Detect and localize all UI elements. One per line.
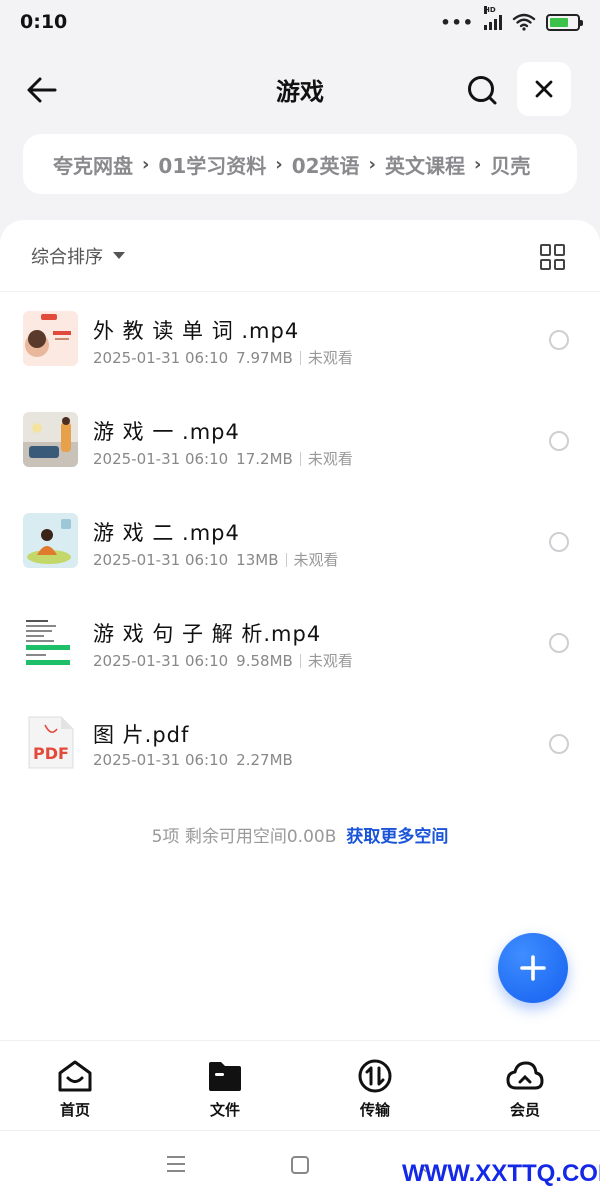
more-dots-icon: ••• (440, 12, 474, 32)
file-date: 2025-01-31 06:10 (93, 348, 229, 367)
file-meta: 2025-01-31 06:10 7.97MB 未观看 (93, 347, 353, 368)
file-date: 2025-01-31 06:10 (93, 651, 229, 670)
grid-view-icon[interactable] (540, 244, 566, 270)
nav-label: 传输 (359, 1101, 390, 1119)
back-button[interactable] (22, 70, 62, 110)
video-thumbnail (23, 311, 78, 366)
divider (299, 653, 301, 668)
search-button[interactable] (460, 68, 504, 112)
watch-status: 未观看 (307, 450, 353, 468)
close-button[interactable] (517, 62, 571, 116)
breadcrumb-item-course[interactable]: 英文课程 (385, 150, 465, 179)
wifi-icon (512, 13, 536, 31)
cloud-icon (506, 1057, 544, 1095)
hd-label: HD (484, 6, 496, 14)
battery-icon (546, 13, 583, 31)
file-row[interactable]: 游 戏 二 .mp4 2025-01-31 06:10 13MB 未观看 (0, 492, 600, 593)
file-row[interactable]: 游 戏 一 .mp4 2025-01-31 06:10 17.2MB 未观看 (0, 391, 600, 492)
nav-item-transfer[interactable]: 传输 (300, 1041, 450, 1130)
file-meta: 2025-01-31 06:10 9.58MB 未观看 (93, 650, 353, 671)
recent-apps-icon[interactable] (167, 1156, 185, 1172)
nav-label: 会员 (509, 1101, 540, 1119)
file-meta: 2025-01-31 06:10 2.27MB (93, 751, 293, 769)
page-title: 游戏 (276, 77, 324, 106)
select-radio[interactable] (549, 532, 569, 552)
chevron-right-icon: › (275, 153, 283, 175)
file-date: 2025-01-31 06:10 (93, 751, 229, 769)
file-meta: 2025-01-31 06:10 17.2MB 未观看 (93, 448, 353, 469)
search-icon (468, 76, 497, 105)
file-date: 2025-01-31 06:10 (93, 449, 229, 468)
storage-info: 5项 剩余可用空间0.00B 获取更多空间 (0, 822, 600, 847)
pdf-badge-text: PDF (33, 744, 69, 763)
pdf-file-icon: PDF (23, 715, 78, 770)
plus-icon (520, 955, 546, 981)
file-size: 9.58MB (236, 651, 293, 670)
transfer-icon (356, 1057, 394, 1095)
breadcrumb-item-current[interactable]: 贝壳 (490, 150, 530, 179)
nav-item-member[interactable]: 会员 (450, 1041, 600, 1130)
storage-text: 5项 剩余可用空间0.00B (151, 827, 337, 847)
video-thumbnail (23, 614, 78, 669)
status-bar: 0:10 ••• HD (0, 0, 600, 44)
watermark: WWW.XXTTQ.COM (402, 1160, 600, 1187)
chevron-right-icon: › (142, 153, 150, 175)
select-radio[interactable] (549, 633, 569, 653)
select-radio[interactable] (549, 330, 569, 350)
signal-icon: HD (484, 6, 502, 30)
nav-label: 首页 (59, 1101, 90, 1119)
arrow-left-icon (27, 77, 57, 103)
file-list: 外 教 读 单 词 .mp4 2025-01-31 06:10 7.97MB 未… (0, 290, 600, 795)
bottom-nav: 首页 文件 传输 会员 (0, 1040, 600, 1130)
file-size: 2.27MB (236, 751, 293, 769)
watch-status: 未观看 (307, 652, 353, 670)
chevron-right-icon: › (368, 153, 376, 175)
watch-status: 未观看 (307, 349, 353, 367)
watch-status: 未观看 (293, 551, 339, 569)
status-time: 0:10 (20, 11, 68, 33)
breadcrumb: 夸克网盘 › 01学习资料 › 02英语 › 英文课程 › 贝壳 (23, 134, 577, 194)
video-thumbnail (23, 412, 78, 467)
file-row[interactable]: 游 戏 句 子 解 析.mp4 2025-01-31 06:10 9.58MB … (0, 593, 600, 694)
select-radio[interactable] (549, 734, 569, 754)
video-thumbnail (23, 513, 78, 568)
file-name: 游 戏 二 .mp4 (93, 521, 240, 545)
folder-icon (206, 1057, 244, 1095)
caret-down-icon[interactable] (113, 252, 125, 259)
file-panel: 综合排序 外 教 读 单 词 .mp4 2025-01-31 06:10 7.9… (0, 220, 600, 1040)
breadcrumb-item-english[interactable]: 02英语 (292, 150, 360, 179)
file-size: 7.97MB (236, 348, 293, 367)
file-name: 游 戏 一 .mp4 (93, 420, 240, 444)
file-row[interactable]: 外 教 读 单 词 .mp4 2025-01-31 06:10 7.97MB 未… (0, 290, 600, 391)
chevron-right-icon: › (473, 153, 482, 175)
close-icon (535, 80, 553, 98)
file-name: 外 教 读 单 词 .mp4 (93, 319, 300, 343)
file-size: 13MB (236, 550, 279, 569)
divider (299, 350, 301, 365)
file-row[interactable]: PDF 图 片.pdf 2025-01-31 06:10 2.27MB (0, 694, 600, 795)
file-date: 2025-01-31 06:10 (93, 550, 229, 569)
file-name: 图 片.pdf (93, 723, 190, 747)
breadcrumb-item-study[interactable]: 01学习资料 (158, 150, 266, 179)
sort-bar: 综合排序 (0, 220, 600, 292)
get-more-space-link[interactable]: 获取更多空间 (346, 827, 448, 847)
nav-item-files[interactable]: 文件 (150, 1041, 300, 1130)
status-icons: ••• HD (440, 6, 583, 32)
nav-label: 文件 (209, 1101, 240, 1119)
file-meta: 2025-01-31 06:10 13MB 未观看 (93, 549, 339, 570)
add-button[interactable] (498, 933, 568, 1003)
home-icon (56, 1057, 94, 1095)
header: 游戏 (0, 58, 600, 120)
divider (299, 451, 301, 466)
sort-dropdown[interactable]: 综合排序 (31, 243, 103, 269)
file-size: 17.2MB (236, 449, 293, 468)
home-square-icon[interactable] (291, 1156, 309, 1174)
file-name: 游 戏 句 子 解 析.mp4 (93, 622, 322, 646)
breadcrumb-item-root[interactable]: 夸克网盘 (53, 150, 133, 179)
select-radio[interactable] (549, 431, 569, 451)
divider (285, 552, 287, 567)
nav-item-home[interactable]: 首页 (0, 1041, 150, 1130)
